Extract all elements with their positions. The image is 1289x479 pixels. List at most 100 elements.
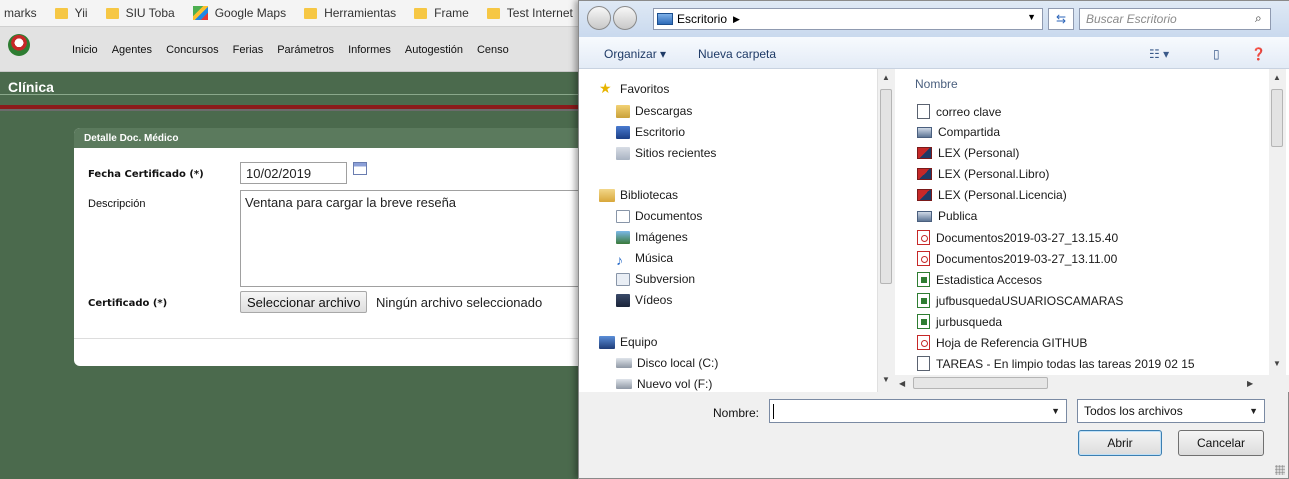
resize-grip-icon[interactable] [1275, 465, 1285, 475]
bookmark-herramientas[interactable]: Herramientas [304, 6, 396, 20]
new-folder-button[interactable]: Nueva carpeta [698, 47, 776, 61]
forward-button[interactable] [613, 6, 637, 30]
organize-menu[interactable]: Organizar ▾ [604, 47, 666, 61]
text-file-icon [917, 356, 930, 371]
back-button[interactable] [587, 6, 611, 30]
list-item[interactable]: LEX (Personal.Libro) [917, 167, 1049, 181]
list-item[interactable]: TAREAS - En limpio todas las tareas 2019… [917, 356, 1195, 371]
text-caret [773, 404, 774, 419]
scrollbar-thumb[interactable] [880, 89, 892, 284]
nav-sitios-recientes[interactable]: Sitios recientes [616, 146, 716, 160]
bookmark-yii[interactable]: Yii [54, 6, 88, 20]
scrollbar-thumb[interactable] [913, 377, 1048, 389]
chevron-down-icon[interactable]: ▼ [1249, 406, 1258, 416]
fecha-input[interactable]: 10/02/2019 [240, 162, 347, 184]
videos-icon [616, 293, 630, 307]
search-icon[interactable]: ⌕ [1255, 11, 1286, 26]
scrollbar-thumb[interactable] [1271, 89, 1283, 147]
descripcion-label: Descripción [88, 198, 146, 210]
scroll-up-icon[interactable]: ▲ [882, 73, 890, 82]
nav-documentos[interactable]: Documentos [616, 209, 702, 223]
column-header-nombre[interactable]: Nombre [915, 77, 958, 91]
list-item[interactable]: jufbusquedaUSUARIOSCAMARAS [917, 293, 1123, 308]
lex-shortcut-icon [917, 168, 932, 180]
list-item[interactable]: Documentos2019-03-27_13.11.00 [917, 251, 1117, 266]
descripcion-textarea[interactable]: Ventana para cargar la breve reseña [240, 190, 600, 287]
network-shortcut-icon [917, 210, 932, 222]
nav-escritorio[interactable]: Escritorio [616, 125, 685, 139]
nav-nuevo-vol[interactable]: Nuevo vol (F:) [616, 377, 712, 391]
nav-imagenes[interactable]: Imágenes [616, 230, 688, 244]
nav-item-informes[interactable]: Informes [348, 44, 391, 56]
search-input[interactable]: Buscar Escritorio [1079, 8, 1271, 30]
nav-item-inicio[interactable]: Inicio [72, 44, 98, 56]
documents-icon [616, 209, 630, 223]
bookmark-google-maps[interactable]: Google Maps [192, 6, 286, 20]
file-list-horizontal-scrollbar[interactable]: ◀ ▶ [895, 375, 1289, 392]
nav-bibliotecas[interactable]: Bibliotecas [599, 188, 678, 202]
nav-item-ferias[interactable]: Ferias [233, 44, 264, 56]
list-item[interactable]: correo clave [917, 104, 1001, 119]
list-item[interactable]: Compartida [917, 125, 1000, 139]
computer-icon [599, 335, 615, 349]
bookmark-test-internet[interactable]: Test Internet [486, 6, 573, 20]
breadcrumb-arrow-icon[interactable]: ▶ [733, 14, 740, 25]
folder-icon [486, 7, 500, 19]
preview-pane-icon[interactable]: ▯ [1213, 47, 1220, 61]
chevron-down-icon[interactable]: ▼ [1051, 406, 1060, 416]
file-list: Nombre correo clave Compartida LEX (Pers… [895, 69, 1289, 392]
list-item[interactable]: Documentos2019-03-27_13.15.40 [917, 230, 1118, 245]
filename-input[interactable]: ▼ [769, 399, 1067, 423]
bookmark-siu-toba[interactable]: SIU Toba [105, 6, 175, 20]
nav-favorites[interactable]: ★ Favoritos [599, 81, 669, 97]
nav-item-agentes[interactable]: Agentes [112, 44, 152, 56]
scroll-down-icon[interactable]: ▼ [1273, 359, 1281, 368]
nav-item-parametros[interactable]: Parámetros [277, 44, 334, 56]
nav-disco-local[interactable]: Disco local (C:) [616, 356, 718, 370]
scroll-left-icon[interactable]: ◀ [899, 379, 905, 388]
nav-item-autogestion[interactable]: Autogestión [405, 44, 463, 56]
bookmark-frame[interactable]: Frame [414, 6, 469, 20]
list-item[interactable]: Hoja de Referencia GITHUB [917, 335, 1087, 350]
nav-musica[interactable]: ♪ Música [616, 251, 673, 268]
file-list-vertical-scrollbar[interactable]: ▲ ▼ [1269, 69, 1286, 375]
bookmark-marks[interactable]: marks [4, 6, 37, 20]
file-type-select[interactable]: Todos los archivos ▼ [1077, 399, 1265, 423]
nav-videos[interactable]: Vídeos [616, 293, 672, 307]
cancel-button[interactable]: Cancelar [1178, 430, 1264, 456]
help-icon[interactable]: ❓ [1251, 47, 1266, 61]
nav-descargas[interactable]: Descargas [616, 104, 692, 118]
nav-item-concursos[interactable]: Concursos [166, 44, 219, 56]
list-item[interactable]: jurbusqueda [917, 314, 1002, 329]
pdf-file-icon [917, 335, 930, 350]
lex-shortcut-icon [917, 147, 932, 159]
nav-subversion[interactable]: Subversion [616, 272, 695, 286]
address-field[interactable]: Escritorio ▶ ▼ [653, 8, 1043, 30]
open-button[interactable]: Abrir [1078, 430, 1162, 456]
desktop-icon [616, 125, 630, 139]
chevron-down-icon[interactable]: ▼ [1027, 12, 1036, 22]
navigation-scrollbar[interactable]: ▲ ▼ [877, 69, 894, 392]
refresh-icon[interactable]: ⇆ [1048, 8, 1074, 30]
nav-menu: Inicio Agentes Concursos Ferias Parámetr… [72, 44, 523, 56]
scroll-up-icon[interactable]: ▲ [1273, 73, 1281, 82]
calendar-icon[interactable] [353, 162, 367, 175]
list-item[interactable]: LEX (Personal.Licencia) [917, 188, 1067, 202]
app-logo[interactable] [8, 34, 30, 56]
scroll-down-icon[interactable]: ▼ [882, 375, 890, 384]
dialog-toolbar: Organizar ▾ Nueva carpeta ☷ ▾ ▯ ❓ [579, 37, 1289, 69]
star-icon: ★ [599, 80, 612, 96]
list-item[interactable]: Estadistica Accesos [917, 272, 1042, 287]
desktop-folder-icon [657, 13, 673, 25]
libraries-icon [599, 188, 615, 202]
list-item[interactable]: Publica [917, 209, 977, 223]
scroll-right-icon[interactable]: ▶ [1247, 379, 1253, 388]
nav-item-censo[interactable]: Censo [477, 44, 509, 56]
select-file-button[interactable]: Seleccionar archivo [240, 291, 368, 313]
pdf-file-icon [917, 230, 930, 245]
list-item[interactable]: LEX (Personal) [917, 146, 1019, 160]
view-options-icon[interactable]: ☷ ▾ [1149, 47, 1169, 61]
page-title: Clínica [8, 79, 54, 95]
nav-equipo[interactable]: Equipo [599, 335, 657, 349]
file-open-dialog: Escritorio ▶ ▼ ⇆ Buscar Escritorio ⌕ Org… [578, 0, 1289, 479]
